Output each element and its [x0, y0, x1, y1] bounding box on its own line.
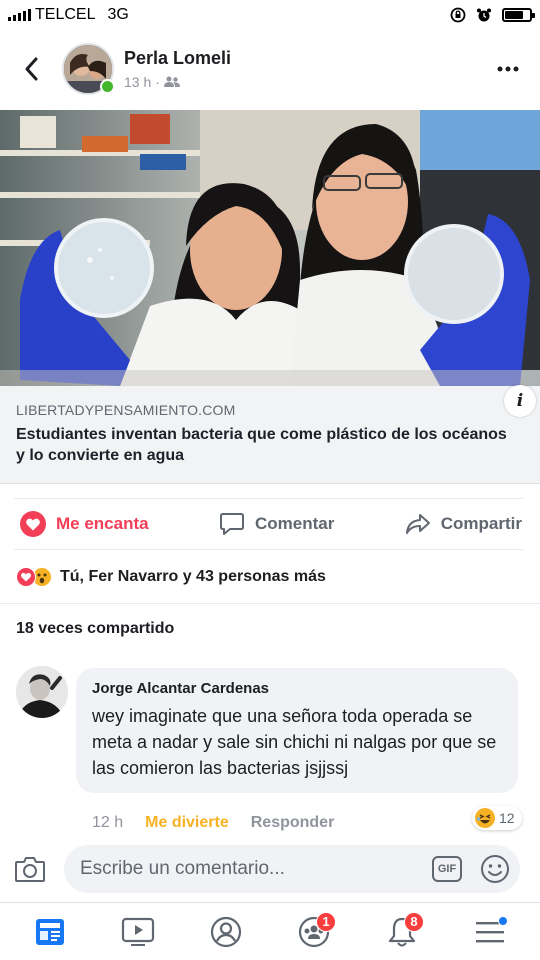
love-button[interactable]: Me encanta — [20, 511, 149, 537]
share-button[interactable]: Compartir — [405, 513, 522, 535]
news-feed-icon — [36, 918, 64, 945]
chevron-left-icon — [25, 57, 38, 81]
post-time[interactable]: 13 h — [124, 74, 151, 90]
comment-reaction-count[interactable]: 12 — [472, 806, 522, 830]
link-preview-info[interactable]: i LIBERTADYPENSAMIENTO.COM Estudiantes i… — [0, 385, 540, 484]
online-status-indicator — [100, 79, 115, 94]
battery-level — [505, 11, 523, 19]
more-options-button[interactable] — [496, 57, 520, 81]
comment-react-button[interactable]: Me divierte — [145, 814, 229, 832]
info-icon: i — [516, 391, 524, 411]
gif-button[interactable]: GIF — [432, 856, 462, 882]
comment-input[interactable] — [80, 858, 432, 880]
nav-groups[interactable]: 1 — [290, 910, 338, 954]
comment-reaction-count-text: 12 — [499, 810, 515, 826]
info-button[interactable]: i — [504, 385, 536, 417]
camera-icon — [15, 857, 45, 882]
orientation-lock-icon — [450, 7, 466, 23]
comment-input-wrapper: GIF — [64, 845, 520, 893]
comment-time[interactable]: 12 h — [92, 814, 123, 832]
nav-profile[interactable] — [202, 910, 250, 954]
status-bar: TELCEL 3G — [0, 0, 540, 30]
nav-news-feed[interactable] — [26, 910, 74, 954]
comment-button[interactable]: Comentar — [219, 512, 334, 536]
alarm-icon — [477, 8, 491, 22]
nav-watch[interactable] — [114, 910, 162, 954]
link-preview-image[interactable] — [0, 110, 540, 386]
link-preview-card[interactable]: i LIBERTADYPENSAMIENTO.COM Estudiantes i… — [0, 110, 540, 484]
love-button-label: Me encanta — [56, 514, 149, 533]
comment-footer: 12 h Me divierte Responder — [92, 814, 334, 832]
comment-composer: GIF — [0, 838, 540, 900]
commenter-avatar[interactable] — [16, 666, 68, 718]
share-icon — [405, 514, 430, 534]
haha-reaction-icon — [475, 808, 495, 828]
carrier-name: TELCEL — [35, 6, 96, 23]
gif-label: GIF — [437, 863, 457, 875]
bottom-navigation: 1 8 — [0, 902, 540, 960]
author-avatar[interactable] — [62, 43, 115, 95]
comment-text: wey imaginate que una señora toda operad… — [92, 706, 497, 778]
emoji-icon — [481, 855, 509, 883]
profile-icon — [210, 916, 242, 947]
signal-strength-icon — [8, 9, 31, 21]
nav-menu[interactable] — [466, 910, 514, 954]
comment-icon — [220, 513, 244, 535]
reactions-summary[interactable]: Tú, Fer Navarro y 43 personas más — [16, 564, 526, 590]
battery-icon — [502, 8, 535, 22]
watch-icon — [121, 917, 155, 946]
comment-reply-button[interactable]: Responder — [251, 814, 335, 832]
reactions-summary-text: Tú, Fer Navarro y 43 personas más — [60, 568, 326, 585]
back-button[interactable] — [12, 49, 52, 89]
divider — [0, 603, 540, 604]
emoji-button[interactable] — [480, 854, 510, 884]
post-header: Perla Lomeli 13 h · — [0, 36, 540, 102]
meta-separator: · — [155, 74, 160, 90]
link-title[interactable]: Estudiantes inventan bacteria que come p… — [16, 424, 516, 466]
comment-button-label: Comentar — [255, 514, 335, 533]
love-reaction-icon — [16, 567, 36, 587]
post-action-bar: Me encanta Comentar Compartir — [14, 498, 524, 550]
author-name[interactable]: Perla Lomeli — [124, 48, 231, 69]
groups-badge: 1 — [316, 911, 336, 932]
comment-bubble[interactable]: Jorge Alcantar Cardenas wey imaginate qu… — [76, 668, 518, 793]
notifications-badge: 8 — [404, 911, 424, 932]
post-meta: 13 h · — [124, 74, 231, 90]
link-domain: LIBERTADYPENSAMIENTO.COM — [16, 402, 236, 418]
friends-icon[interactable] — [163, 76, 180, 88]
camera-button[interactable] — [12, 851, 48, 887]
shares-count[interactable]: 18 veces compartido — [16, 620, 174, 638]
nav-notifications[interactable]: 8 — [378, 910, 426, 954]
network-type: 3G — [107, 6, 129, 23]
menu-update-dot — [498, 915, 508, 926]
love-reaction-icon — [20, 511, 46, 537]
more-horizontal-icon — [497, 66, 519, 72]
share-button-label: Compartir — [440, 514, 522, 533]
comment-author[interactable]: Jorge Alcantar Cardenas — [92, 680, 502, 697]
